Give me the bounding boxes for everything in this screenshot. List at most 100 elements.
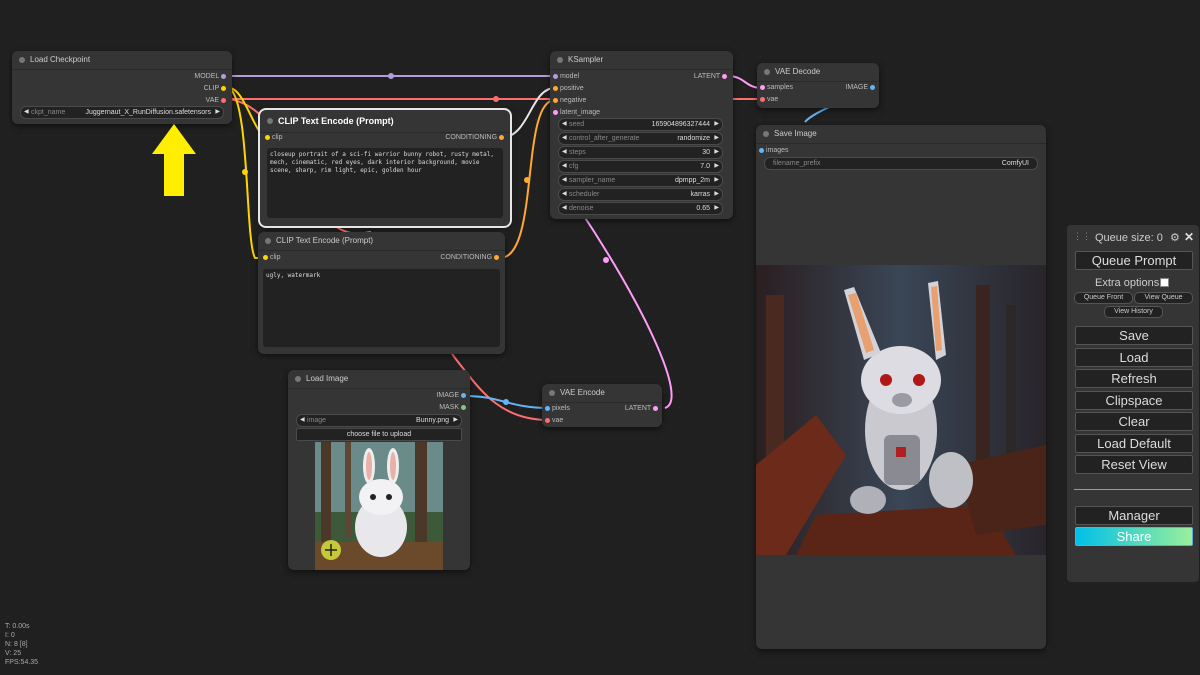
- arrow-right-icon[interactable]: ▶: [714, 147, 719, 158]
- queue-size-label: Queue size: 0: [1095, 232, 1163, 244]
- view-history-button[interactable]: View History: [1104, 306, 1163, 318]
- vae-decode-node[interactable]: VAE Decode samples vae IMAGE: [757, 63, 879, 108]
- arrow-right-icon[interactable]: ▶: [215, 107, 220, 118]
- node-title[interactable]: CLIP Text Encode (Prompt): [260, 110, 510, 133]
- load-button[interactable]: Load: [1075, 348, 1193, 367]
- collapse-dot-icon[interactable]: [763, 131, 769, 137]
- input-negative[interactable]: negative: [553, 95, 586, 107]
- arrow-right-icon[interactable]: ▶: [714, 189, 719, 200]
- input-vae[interactable]: vae: [760, 94, 778, 106]
- input-clip[interactable]: clip: [263, 252, 280, 264]
- clip-text-encode-positive-node[interactable]: CLIP Text Encode (Prompt) clip CONDITION…: [258, 108, 512, 228]
- port-dot-icon: [759, 147, 764, 153]
- gear-icon[interactable]: ⚙: [1170, 231, 1180, 244]
- arrow-right-icon[interactable]: ▶: [714, 161, 719, 172]
- output-model[interactable]: MODEL: [194, 71, 226, 83]
- cfg-widget[interactable]: ◀ cfg 7.0 ▶: [558, 160, 723, 173]
- input-vae[interactable]: vae: [545, 415, 563, 427]
- port-dot-icon: [461, 392, 466, 398]
- input-images[interactable]: images: [759, 145, 789, 157]
- collapse-dot-icon[interactable]: [549, 390, 555, 396]
- input-samples[interactable]: samples: [760, 82, 793, 94]
- node-title[interactable]: VAE Decode: [757, 63, 879, 82]
- scheduler-widget[interactable]: ◀ scheduler karras ▶: [558, 188, 723, 201]
- image-combo[interactable]: ◀ image Bunny.png ▶: [296, 414, 462, 427]
- refresh-button[interactable]: Refresh: [1075, 369, 1193, 388]
- collapse-dot-icon[interactable]: [267, 118, 273, 124]
- share-button[interactable]: Share: [1075, 527, 1193, 546]
- collapse-dot-icon[interactable]: [19, 57, 25, 63]
- input-pixels[interactable]: pixels: [545, 403, 570, 415]
- arrow-left-icon[interactable]: ◀: [562, 161, 567, 172]
- queue-prompt-button[interactable]: Queue Prompt: [1075, 251, 1193, 270]
- node-title[interactable]: VAE Encode: [542, 384, 662, 403]
- ksampler-node[interactable]: KSampler model positive negative latent_…: [550, 51, 733, 219]
- node-title[interactable]: KSampler: [550, 51, 733, 70]
- arrow-left-icon[interactable]: ◀: [562, 175, 567, 186]
- filename-prefix-widget[interactable]: filename_prefix ComfyUI: [764, 157, 1038, 170]
- output-conditioning[interactable]: CONDITIONING: [440, 252, 499, 264]
- output-clip[interactable]: CLIP: [204, 83, 226, 95]
- arrow-right-icon[interactable]: ▶: [714, 203, 719, 214]
- node-title[interactable]: Save Image: [756, 125, 1046, 144]
- queue-front-button[interactable]: Queue Front: [1074, 292, 1133, 304]
- view-queue-button[interactable]: View Queue: [1134, 292, 1193, 304]
- arrow-left-icon[interactable]: ◀: [300, 415, 305, 426]
- clip-text-encode-negative-node[interactable]: CLIP Text Encode (Prompt) clip CONDITION…: [258, 232, 505, 354]
- steps-widget[interactable]: ◀ steps 30 ▶: [558, 146, 723, 159]
- wire-conditioning-midpoint: [524, 177, 530, 183]
- arrow-left-icon[interactable]: ◀: [562, 119, 567, 130]
- clear-button[interactable]: Clear: [1075, 412, 1193, 431]
- arrow-left-icon[interactable]: ◀: [562, 203, 567, 214]
- load-image-node[interactable]: Load Image IMAGE MASK ◀ image Bunny.png ▶ c…: [288, 370, 470, 570]
- wire-image-midpoint: [503, 399, 509, 405]
- prompt-textarea[interactable]: ugly, watermark: [263, 269, 500, 347]
- port-dot-icon: [553, 109, 558, 115]
- collapse-dot-icon[interactable]: [295, 376, 301, 382]
- output-conditioning[interactable]: CONDITIONING: [445, 132, 504, 144]
- output-mask[interactable]: MASK: [439, 402, 466, 414]
- denoise-widget[interactable]: ◀ denoise 0.65 ▶: [558, 202, 723, 215]
- output-image[interactable]: IMAGE: [436, 390, 466, 402]
- collapse-dot-icon[interactable]: [557, 57, 563, 63]
- stat-nodes: N: 8 [8]: [5, 641, 28, 648]
- arrow-left-icon[interactable]: ◀: [562, 189, 567, 200]
- arrow-right-icon[interactable]: ▶: [714, 133, 719, 144]
- arrow-left-icon[interactable]: ◀: [562, 147, 567, 158]
- arrow-right-icon[interactable]: ▶: [714, 175, 719, 186]
- arrow-left-icon[interactable]: ◀: [24, 107, 29, 118]
- vae-encode-node[interactable]: VAE Encode pixels vae LATENT: [542, 384, 662, 427]
- input-model[interactable]: model: [553, 71, 579, 83]
- manager-button[interactable]: Manager: [1075, 506, 1193, 525]
- ckpt-name-combo[interactable]: ◀ ckpt_name Juggernaut_X_RunDiffusion.sa…: [20, 106, 224, 119]
- clipspace-button[interactable]: Clipspace: [1075, 391, 1193, 410]
- load-checkpoint-node[interactable]: Load Checkpoint MODEL CLIP VAE ◀ ckpt_na…: [12, 51, 232, 124]
- node-title[interactable]: Load Checkpoint: [12, 51, 232, 70]
- save-button[interactable]: Save: [1075, 326, 1193, 345]
- save-image-node[interactable]: Save Image images filename_prefix ComfyUI: [756, 125, 1046, 649]
- collapse-dot-icon[interactable]: [764, 69, 770, 75]
- arrow-right-icon[interactable]: ▶: [714, 119, 719, 130]
- control-after-generate-widget[interactable]: ◀ control_after_generate randomize ▶: [558, 132, 723, 145]
- extra-options-checkbox[interactable]: [1160, 278, 1169, 287]
- stat-fps: FPS:54.35: [5, 659, 39, 666]
- output-latent[interactable]: LATENT: [625, 403, 658, 415]
- output-latent[interactable]: LATENT: [694, 71, 727, 83]
- drag-handle-icon[interactable]: ⋮⋮: [1073, 231, 1091, 242]
- arrow-left-icon[interactable]: ◀: [562, 133, 567, 144]
- seed-widget[interactable]: ◀ seed 165904896327444 ▶: [558, 118, 723, 131]
- sampler-name-widget[interactable]: ◀ sampler_name dpmpp_2m ▶: [558, 174, 723, 187]
- upload-button[interactable]: choose file to upload: [296, 428, 462, 441]
- load-default-button[interactable]: Load Default: [1075, 434, 1193, 453]
- yellow-arrow-icon: [152, 124, 196, 196]
- reset-view-button[interactable]: Reset View: [1075, 455, 1193, 474]
- arrow-right-icon[interactable]: ▶: [453, 415, 458, 426]
- collapse-dot-icon[interactable]: [265, 238, 271, 244]
- prompt-textarea[interactable]: closeup portrait of a sci-fi warrior bun…: [267, 148, 503, 218]
- output-image[interactable]: IMAGE: [845, 82, 875, 94]
- node-title[interactable]: Load Image: [288, 370, 470, 389]
- close-icon[interactable]: ✕: [1184, 230, 1194, 244]
- input-clip[interactable]: clip: [265, 132, 282, 144]
- node-title[interactable]: CLIP Text Encode (Prompt): [258, 232, 505, 251]
- input-positive[interactable]: positive: [553, 83, 584, 95]
